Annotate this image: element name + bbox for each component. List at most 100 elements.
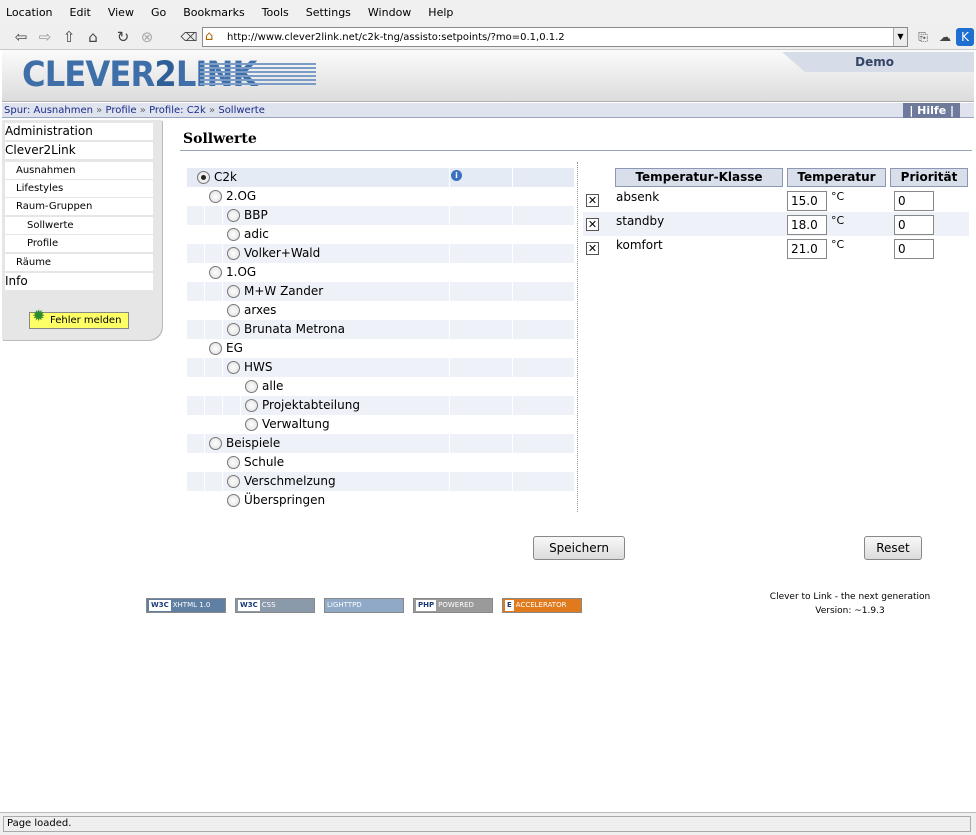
status-bar: Page loaded. [0,812,976,835]
tree-radio[interactable] [227,494,240,507]
kde-icon[interactable]: K [956,28,974,46]
tree-column-divider [512,301,513,320]
breadcrumb-item[interactable]: Ausnahmen [34,105,93,116]
reset-button[interactable]: Reset [864,536,922,560]
sidebar-item-profile[interactable]: Profile [5,235,153,252]
home-icon[interactable]: ⌂ [84,28,102,46]
tree-radio[interactable] [227,247,240,260]
tree-column-divider [449,206,450,225]
temperature-input[interactable]: 21.0 [787,239,827,259]
tree-label[interactable]: Projektabteilung [262,397,360,414]
url-dropdown-icon[interactable]: ▼ [893,28,907,46]
tree-radio[interactable] [209,437,222,450]
menu-window[interactable]: Window [368,6,411,19]
sidebar-item-ausnahmen[interactable]: Ausnahmen [5,162,153,179]
up-icon[interactable]: ⇧ [60,28,78,46]
badge-accelerator[interactable]: E ACCELERATOR [502,598,582,613]
help-link[interactable]: | Hilfe | [903,103,960,118]
tree-label[interactable]: 2.OG [226,188,256,205]
tree-radio[interactable] [245,418,258,431]
priority-input[interactable]: 0 [894,191,934,211]
tree-label[interactable]: Volker+Wald [244,245,320,262]
tree-radio[interactable] [227,285,240,298]
menu-edit[interactable]: Edit [70,6,91,19]
menu-settings[interactable]: Settings [306,6,351,19]
tree-radio[interactable] [245,380,258,393]
tree-radio[interactable] [227,475,240,488]
tree-row: Überspringen [187,491,574,510]
badge-lighttpd[interactable]: LIGHTTPD [324,598,404,613]
sidebar-item-info[interactable]: Info [5,273,153,290]
location-bar[interactable]: ⌂ http://www.clever2link.net/c2k-tng/ass… [202,27,908,47]
save-button[interactable]: Speichern [533,536,625,560]
tree-label[interactable]: HWS [244,359,273,376]
tree-radio[interactable] [227,456,240,469]
tree-label[interactable]: Beispiele [226,435,280,452]
back-icon[interactable]: ⇦ [12,28,30,46]
tree-label[interactable]: Schule [244,454,284,471]
delete-checkbox[interactable]: ✕ [586,218,599,231]
menu-location[interactable]: Location [6,6,53,19]
menu-tools[interactable]: Tools [262,6,289,19]
tree-radio[interactable] [227,228,240,241]
tree-label[interactable]: Brunata Metrona [244,321,345,338]
badge-xhtml-1-0[interactable]: W3C XHTML 1.0 [146,598,226,613]
temperature-input[interactable]: 15.0 [787,191,827,211]
sidebar-item-lifestyles[interactable]: Lifestyles [5,180,153,197]
tree-column-divider [512,206,513,225]
tree-label[interactable]: EG [226,340,243,357]
reload-icon[interactable]: ↻ [114,28,132,46]
url-text[interactable]: http://www.clever2link.net/c2k-tng/assis… [227,32,893,43]
tree-radio[interactable] [245,399,258,412]
tree-radio[interactable] [209,342,222,355]
tree-label[interactable]: 1.OG [226,264,256,281]
sidebar-item-raum-gruppen[interactable]: Raum-Gruppen [5,198,153,215]
tree-radio[interactable] [227,361,240,374]
info-icon[interactable]: i [451,170,462,181]
sidebar-item-sollwerte[interactable]: Sollwerte [5,217,153,234]
tree-label[interactable]: Verschmelzung [244,473,336,490]
bookmark-icon[interactable]: ⎘ [914,28,932,46]
indent-guide [204,244,205,263]
tree-radio[interactable] [197,171,210,184]
tree-radio[interactable] [227,304,240,317]
menu-help[interactable]: Help [428,6,453,19]
breadcrumb-item[interactable]: Profile: C2k [149,105,206,116]
tree-radio[interactable] [227,323,240,336]
tree-radio[interactable] [209,266,222,279]
sidebar-item-administration[interactable]: Administration [5,123,153,140]
tree-radio[interactable] [227,209,240,222]
report-bug-button[interactable]: ✹ Fehler melden [29,308,129,329]
tree-row: Verschmelzung [187,472,574,491]
priority-input[interactable]: 0 [894,215,934,235]
tree-label[interactable]: Überspringen [244,492,325,509]
menu-view[interactable]: View [108,6,134,19]
forward-icon[interactable]: ⇨ [36,28,54,46]
sidebar-item-räume[interactable]: Räume [5,254,153,271]
weather-icon[interactable]: ☁ [936,28,954,46]
tree-label[interactable]: C2k [214,169,237,186]
tree-label[interactable]: Verwaltung [262,416,330,433]
menu-bookmarks[interactable]: Bookmarks [183,6,244,19]
tree-label[interactable]: M+W Zander [244,283,323,300]
sidebar-item-clever2link[interactable]: Clever2Link [5,142,153,159]
tree-label[interactable]: adic [244,226,269,243]
clear-location-icon[interactable]: ⌫ [180,28,198,46]
tree-label[interactable]: BBP [244,207,268,224]
temperature-input[interactable]: 18.0 [787,215,827,235]
stop-icon[interactable]: ⊗ [138,28,156,46]
badge-powered[interactable]: PHP POWERED [413,598,493,613]
delete-checkbox[interactable]: ✕ [586,194,599,207]
tree-radio[interactable] [209,190,222,203]
priority-input[interactable]: 0 [894,239,934,259]
delete-checkbox[interactable]: ✕ [586,242,599,255]
demo-tab: Demo [782,52,974,72]
indent-guide [204,263,205,282]
breadcrumb-item[interactable]: Profile [105,105,136,116]
breadcrumb-item[interactable]: Sollwerte [218,105,265,116]
tree-column-divider [449,339,450,358]
badge-css[interactable]: W3C CSS [235,598,315,613]
tree-label[interactable]: arxes [244,302,276,319]
menu-go[interactable]: Go [151,6,166,19]
tree-label[interactable]: alle [262,378,283,395]
